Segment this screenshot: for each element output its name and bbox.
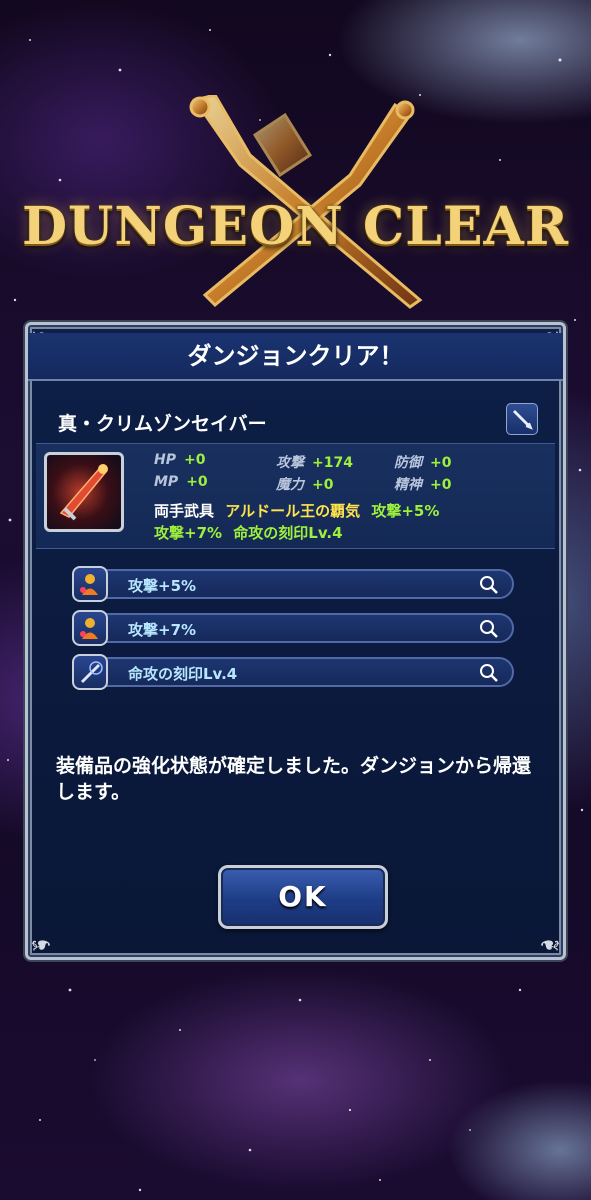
ability-row[interactable]: 命攻の刻印Lv.4 [72, 654, 514, 690]
item-name: 真・クリムゾンセイバー [58, 413, 267, 435]
sword-icon [506, 403, 538, 435]
stat-spirit: 精神 +0 [394, 477, 452, 493]
ability-label: 命攻の刻印Lv.4 [128, 665, 238, 683]
dialog-title: ダンジョンクリア！ [28, 333, 563, 381]
stat-attack: 攻撃 +174 [276, 455, 353, 471]
bonus-attack: 攻撃+7% [154, 524, 223, 542]
item-category-line: 両手武具 アルドール王の覇気 攻撃+5% [154, 500, 439, 521]
search-icon[interactable] [478, 662, 500, 684]
stat-defense: 防御 +0 [394, 455, 452, 471]
passive-name: アルドール王の覇気 [225, 502, 361, 520]
ability-label: 攻撃+7% [128, 621, 197, 639]
item-category: 両手武具 [154, 502, 215, 520]
ability-label: 攻撃+5% [128, 577, 197, 595]
ornament-bottom-right-icon: ❧ [539, 929, 561, 959]
stat-magic: 魔力 +0 [276, 477, 334, 493]
ok-button[interactable]: OK [218, 865, 388, 929]
stat-mp: MP +0 [154, 474, 208, 490]
passive-effect: 攻撃+5% [371, 502, 440, 520]
bonus-seal: 命攻の刻印Lv.4 [233, 524, 343, 542]
ornament-bottom-left-icon: ❧ [30, 929, 52, 959]
result-message: 装備品の強化状態が確定しました。ダンジョンから帰還します。 [56, 755, 532, 803]
item-info-band: HP +0 攻撃 +174 防御 +0 MP +0 魔力 +0 精神 +0 両手武具 アルド… [36, 443, 555, 549]
dungeon-clear-dialog: ❧ ❧ ❧ ❧ ダンジョンクリア！ 真・クリムゾンセイバー HP+0 攻撃+17… [25, 322, 566, 960]
stat-hp: HP +0 [154, 452, 206, 468]
dungeon-clear-logo: DUNGEON CLEAR [21, 196, 570, 257]
ability-row[interactable]: 攻撃+5% [72, 566, 514, 602]
sword-seal-icon [72, 654, 108, 690]
crimson-saber-thumbnail[interactable] [44, 452, 124, 532]
search-icon[interactable] [478, 574, 500, 596]
attack-up-icon [72, 610, 108, 646]
ability-row[interactable]: 攻撃+7% [72, 610, 514, 646]
bonus-line: 攻撃+7% 命攻の刻印Lv.4 [154, 522, 343, 543]
search-icon[interactable] [478, 618, 500, 640]
attack-up-icon [72, 566, 108, 602]
